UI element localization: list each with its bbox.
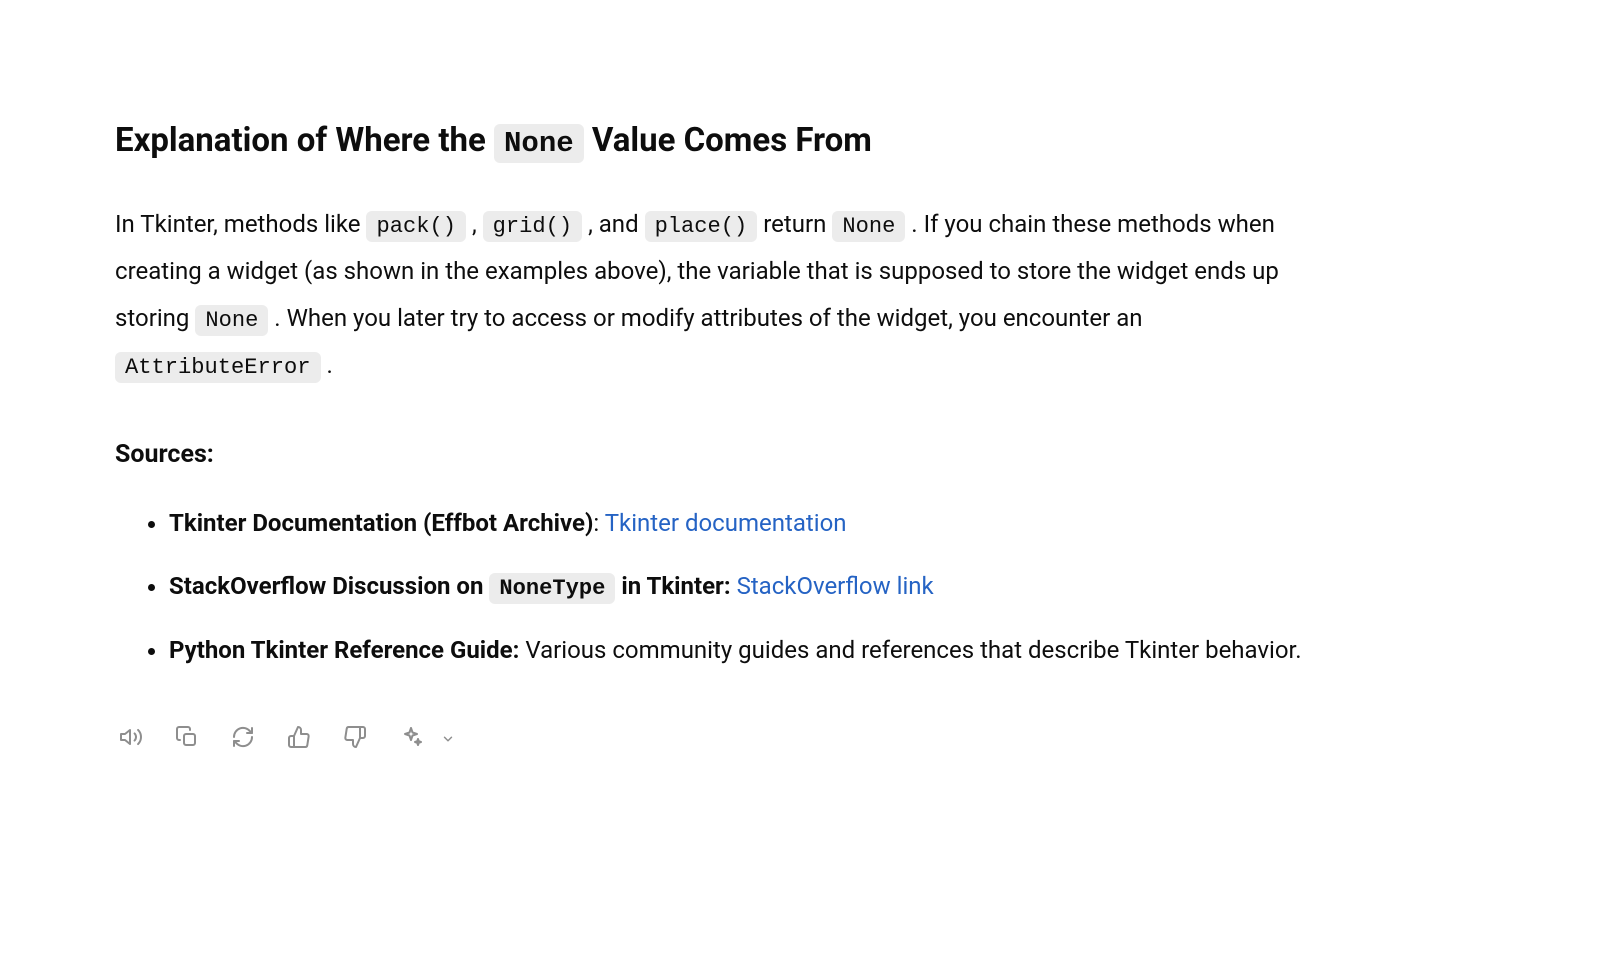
source-tail: Various community guides and references … bbox=[525, 636, 1301, 664]
thumbs-up-icon bbox=[287, 725, 311, 752]
exp-code-grid: grid() bbox=[483, 211, 583, 242]
exp-code-place: place() bbox=[645, 211, 758, 242]
source-link[interactable]: StackOverflow link bbox=[737, 572, 934, 600]
exp-text: return bbox=[757, 210, 832, 238]
sparkle-icon bbox=[399, 725, 423, 752]
heading-prefix: Explanation of Where the bbox=[115, 121, 494, 160]
exp-code-none1: None bbox=[832, 211, 905, 242]
list-item: StackOverflow Discussion on NoneType in … bbox=[169, 568, 1315, 606]
exp-code-attrerror: AttributeError bbox=[115, 352, 321, 383]
sources-list: Tkinter Documentation (Effbot Archive): … bbox=[115, 505, 1315, 670]
list-item: Python Tkinter Reference Guide: Various … bbox=[169, 632, 1315, 669]
source-title: StackOverflow Discussion on NoneType in … bbox=[169, 572, 731, 600]
thumbs-down-icon bbox=[343, 725, 367, 752]
exp-code-pack: pack() bbox=[366, 211, 466, 242]
source-title-prefix: StackOverflow Discussion on bbox=[169, 572, 489, 600]
section-heading: Explanation of Where the None Value Come… bbox=[115, 120, 1315, 163]
source-title: Python Tkinter Reference Guide: bbox=[169, 636, 519, 664]
sparkle-button[interactable] bbox=[395, 721, 427, 756]
source-title: Tkinter Documentation (Effbot Archive) bbox=[169, 509, 593, 537]
sparkle-dropdown[interactable] bbox=[437, 715, 459, 761]
copy-button[interactable] bbox=[171, 721, 203, 756]
copy-icon bbox=[175, 725, 199, 752]
thumbs-down-button[interactable] bbox=[339, 721, 371, 756]
exp-text: . bbox=[321, 351, 333, 379]
content-container: Explanation of Where the None Value Come… bbox=[115, 120, 1315, 762]
source-link[interactable]: Tkinter documentation bbox=[605, 509, 847, 537]
exp-text: , bbox=[466, 210, 483, 238]
thumbs-up-button[interactable] bbox=[283, 721, 315, 756]
sources-heading: Sources: bbox=[115, 435, 1315, 475]
explanation-paragraph: In Tkinter, methods like pack() , grid()… bbox=[115, 201, 1315, 389]
source-sep: : bbox=[593, 509, 604, 537]
list-item: Tkinter Documentation (Effbot Archive): … bbox=[169, 505, 1315, 542]
exp-text: In Tkinter, methods like bbox=[115, 210, 366, 238]
action-toolbar bbox=[115, 715, 1315, 761]
heading-suffix: Value Comes From bbox=[584, 121, 872, 160]
heading-code: None bbox=[494, 124, 584, 163]
speaker-icon bbox=[119, 725, 143, 752]
read-aloud-button[interactable] bbox=[115, 721, 147, 756]
source-title-code: NoneType bbox=[489, 573, 615, 604]
exp-text: , and bbox=[582, 210, 644, 238]
exp-text: . When you later try to access or modify… bbox=[268, 304, 1142, 332]
source-title-suffix: in Tkinter: bbox=[615, 572, 730, 600]
regenerate-button[interactable] bbox=[227, 721, 259, 756]
chevron-down-icon bbox=[441, 719, 455, 757]
refresh-icon bbox=[231, 725, 255, 752]
exp-code-none2: None bbox=[195, 305, 268, 336]
